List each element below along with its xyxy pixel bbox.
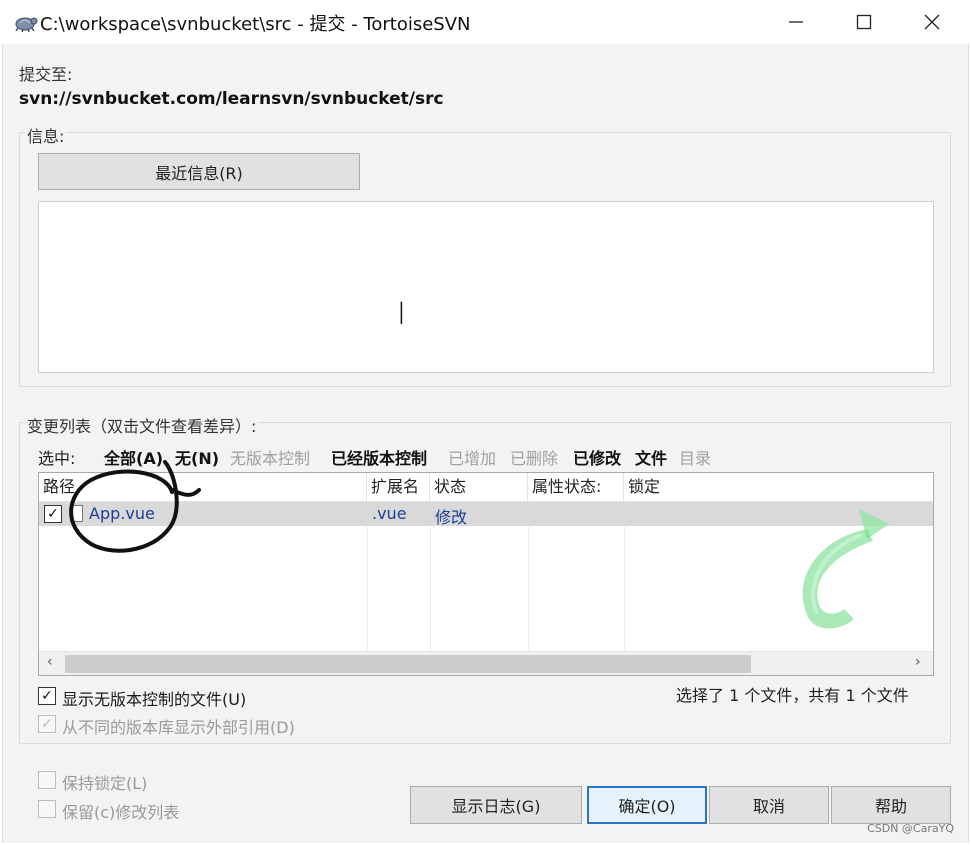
hand-drawn-circle-annotation [69, 460, 201, 553]
column-header-prop-status[interactable]: 属性状态: [528, 473, 624, 501]
filter-unversioned-link[interactable]: 无版本控制 [230, 445, 310, 469]
row-extension: .vue [372, 504, 407, 523]
show-unversioned-label: 显示无版本控制的文件(U) [62, 690, 247, 709]
filter-dirs-link[interactable]: 目录 [679, 445, 711, 469]
window-title: C:\workspace\svnbucket\src - 提交 - Tortoi… [40, 14, 471, 35]
show-log-button[interactable]: 显示日志(G) [410, 786, 582, 824]
minimize-button[interactable] [762, 0, 830, 44]
keep-changelists-checkbox[interactable] [38, 800, 56, 818]
help-button[interactable]: 帮助 [831, 786, 951, 824]
recent-messages-button[interactable]: 最近信息(R) [38, 153, 360, 190]
column-header-lock[interactable]: 锁定 [624, 473, 933, 501]
commit-arrow-watermark-icon [802, 509, 889, 629]
show-unversioned-checkbox[interactable]: ✓ [38, 687, 56, 705]
filter-versioned-link[interactable]: 已经版本控制 [331, 445, 427, 469]
row-status: 修改 [435, 508, 468, 527]
column-header-status[interactable]: 状态 [430, 473, 528, 501]
maximize-icon [856, 14, 872, 30]
tortoise-icon [15, 17, 38, 33]
ok-button[interactable]: 确定(O) [587, 786, 707, 824]
commit-dialog: 提交至: svn://svnbucket.com/learnsvn/svnbuc… [2, 44, 969, 843]
show-externals-label: 从不同的版本库显示外部引用(D) [62, 718, 295, 737]
scroll-left-icon[interactable]: ‹ [47, 654, 53, 670]
maximize-button[interactable] [830, 0, 898, 44]
keep-changelists-label: 保留(c)修改列表 [62, 803, 180, 822]
horizontal-scrollbar[interactable]: ‹ › [39, 651, 933, 675]
scrollbar-thumb[interactable] [65, 655, 751, 673]
filter-modified-link[interactable]: 已修改 [573, 445, 621, 469]
text-cursor-icon: I [397, 297, 406, 332]
column-header-extension[interactable]: 扩展名 [367, 473, 430, 501]
filter-deleted-link[interactable]: 已删除 [510, 445, 558, 469]
filter-files-link[interactable]: 文件 [635, 445, 667, 469]
title-bar: C:\workspace\svnbucket\src - 提交 - Tortoi… [0, 0, 971, 44]
close-icon [924, 14, 940, 30]
keep-locks-checkbox[interactable] [38, 771, 56, 789]
message-group-label: 信息: [25, 123, 67, 147]
show-externals-checkbox[interactable]: ✓ [38, 715, 56, 733]
selection-summary: 选择了 1 个文件，共有 1 个文件 [676, 686, 909, 705]
message-input[interactable]: I [38, 201, 934, 373]
scroll-right-icon[interactable]: › [915, 654, 921, 670]
close-button[interactable] [898, 0, 966, 44]
filter-added-link[interactable]: 已增加 [448, 445, 496, 469]
row-checkbox[interactable]: ✓ [44, 505, 62, 523]
cancel-button[interactable]: 取消 [709, 786, 829, 824]
commit-to-label: 提交至: [19, 65, 73, 84]
keep-locks-label: 保持锁定(L) [62, 774, 148, 793]
minimize-icon [789, 21, 803, 23]
csdn-watermark: CSDN @CaraYQ [867, 822, 954, 835]
changes-group-label: 变更列表（双击文件查看差异）: [25, 413, 259, 437]
commit-url: svn://svnbucket.com/learnsvn/svnbucket/s… [19, 89, 444, 109]
